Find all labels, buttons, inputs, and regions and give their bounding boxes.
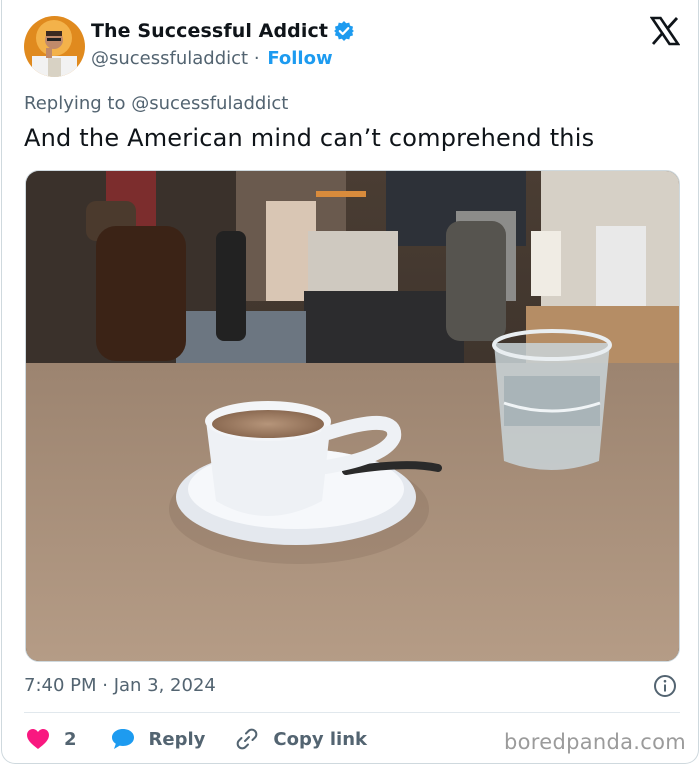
- copy-link-label: Copy link: [273, 728, 367, 750]
- speech-bubble-icon: [111, 729, 134, 749]
- author-handle[interactable]: @sucessfuladdict: [91, 48, 248, 69]
- author-handle-row: @sucessfuladdict · Follow: [91, 48, 333, 69]
- copy-link-button[interactable]: Copy link: [235, 727, 367, 751]
- x-logo-icon[interactable]: [649, 16, 681, 46]
- avatar[interactable]: [24, 16, 85, 77]
- handle-separator: ·: [253, 48, 260, 69]
- reply-button[interactable]: Reply: [111, 728, 206, 750]
- heart-icon: [26, 728, 50, 750]
- tweet-photo[interactable]: [25, 170, 680, 662]
- tweet-timestamp[interactable]: 7:40 PM · Jan 3, 2024: [24, 675, 216, 696]
- boredpanda-watermark: boredpanda.com: [504, 730, 687, 754]
- tweet-text: And the American mind can’t comprehend t…: [24, 124, 595, 152]
- tweet-card: The Successful Addict @sucessfuladdict ·…: [1, 0, 699, 764]
- replying-to-label: Replying to @sucessfuladdict: [24, 93, 289, 114]
- info-icon[interactable]: [653, 674, 677, 698]
- author-display-name[interactable]: The Successful Addict: [91, 20, 328, 42]
- follow-button[interactable]: Follow: [267, 48, 332, 69]
- verified-badge-icon: [333, 20, 355, 42]
- like-button[interactable]: 2: [26, 728, 77, 750]
- action-bar: 2 Reply Copy link: [26, 726, 367, 752]
- link-icon: [237, 728, 258, 750]
- like-count: 2: [64, 728, 77, 750]
- reply-label: Reply: [148, 728, 206, 750]
- author-name-row: The Successful Addict: [91, 20, 355, 42]
- action-divider: [24, 712, 680, 713]
